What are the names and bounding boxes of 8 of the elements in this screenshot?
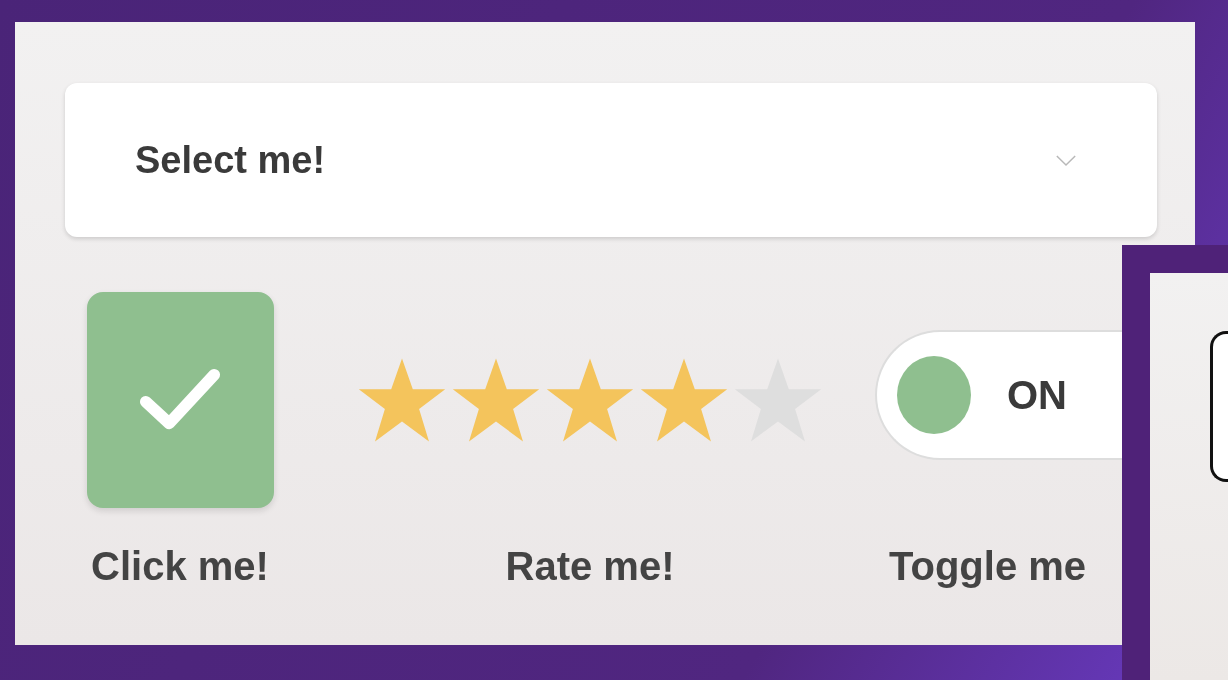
toggle-label: Toggle me [889, 544, 1088, 589]
dropdown[interactable]: Select me! [65, 83, 1157, 237]
checkbox-label: Click me! [91, 544, 269, 589]
toggle-switch[interactable]: ON [875, 330, 1122, 460]
checkbox[interactable] [86, 292, 274, 508]
rating-label: Rate me! [505, 544, 675, 589]
chevron-down-icon [1055, 153, 1077, 167]
input-field[interactable] [1210, 331, 1228, 482]
